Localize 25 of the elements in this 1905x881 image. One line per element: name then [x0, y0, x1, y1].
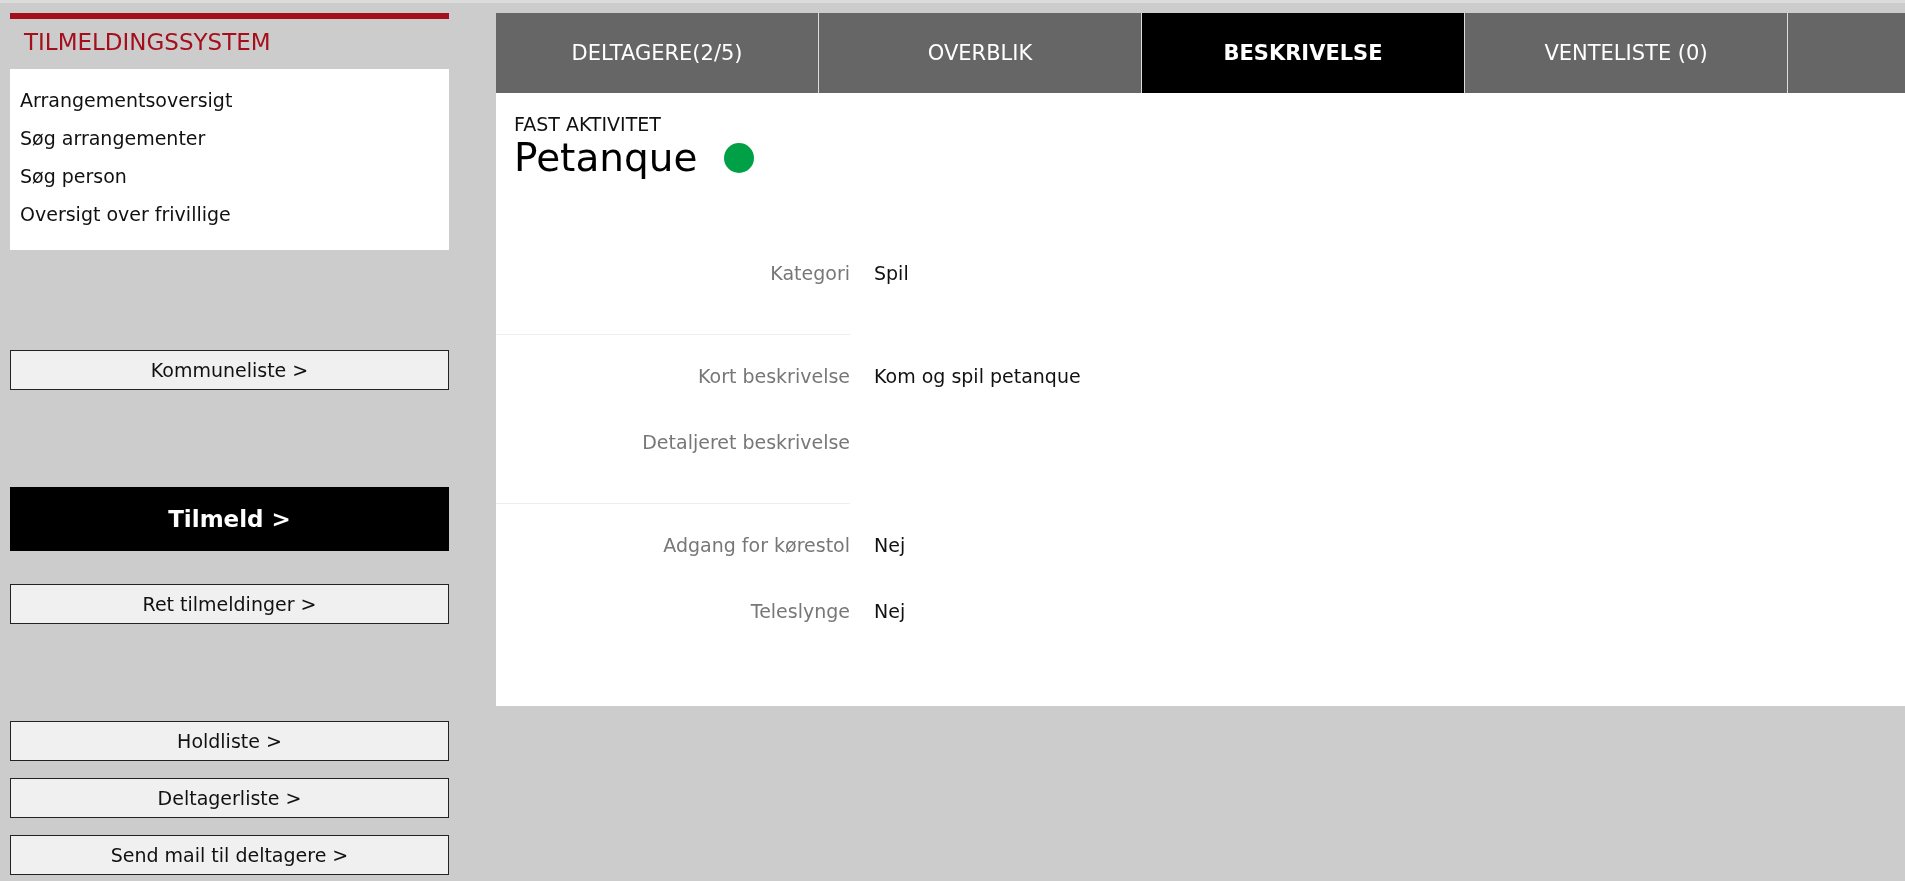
signup-button[interactable]: Tilmeld > [10, 487, 449, 551]
menu-link[interactable]: Arrangementsoversigt [20, 89, 233, 112]
activity-type: FAST AKTIVITET [514, 113, 662, 135]
field-value: Nej [874, 534, 906, 556]
menu-link[interactable]: Oversigt over frivillige [20, 203, 231, 226]
action-button[interactable]: Holdliste > [10, 721, 449, 761]
field-label: Teleslynge [749, 600, 850, 622]
tab[interactable]: DELTAGERE(2/5) [496, 13, 819, 93]
field-label: Kort beskrivelse [697, 365, 850, 387]
field-label: Detaljeret beskrivelse [641, 431, 850, 453]
field-label: Kategori [769, 262, 850, 284]
field-value: Kom og spil petanque [874, 365, 1081, 387]
activity-title: Petanque [514, 135, 698, 180]
menu-link[interactable]: Søg arrangementer [20, 127, 206, 150]
tab[interactable]: VENTELISTE (0) [1465, 13, 1788, 93]
menu-link[interactable]: Søg person [20, 165, 127, 188]
action-button[interactable]: Send mail til deltagere > [10, 835, 449, 875]
action-button[interactable]: Kommuneliste > [10, 350, 449, 390]
field-value: Nej [874, 600, 906, 622]
action-button[interactable]: Deltagerliste > [10, 778, 449, 818]
tab[interactable]: BESKRIVELSE [1142, 13, 1465, 93]
field-label: Adgang for kørestol [662, 534, 850, 556]
field-value: Spil [874, 262, 909, 284]
tab[interactable]: OVERBLIK [819, 13, 1142, 93]
action-button[interactable]: Ret tilmeldinger > [10, 584, 449, 624]
